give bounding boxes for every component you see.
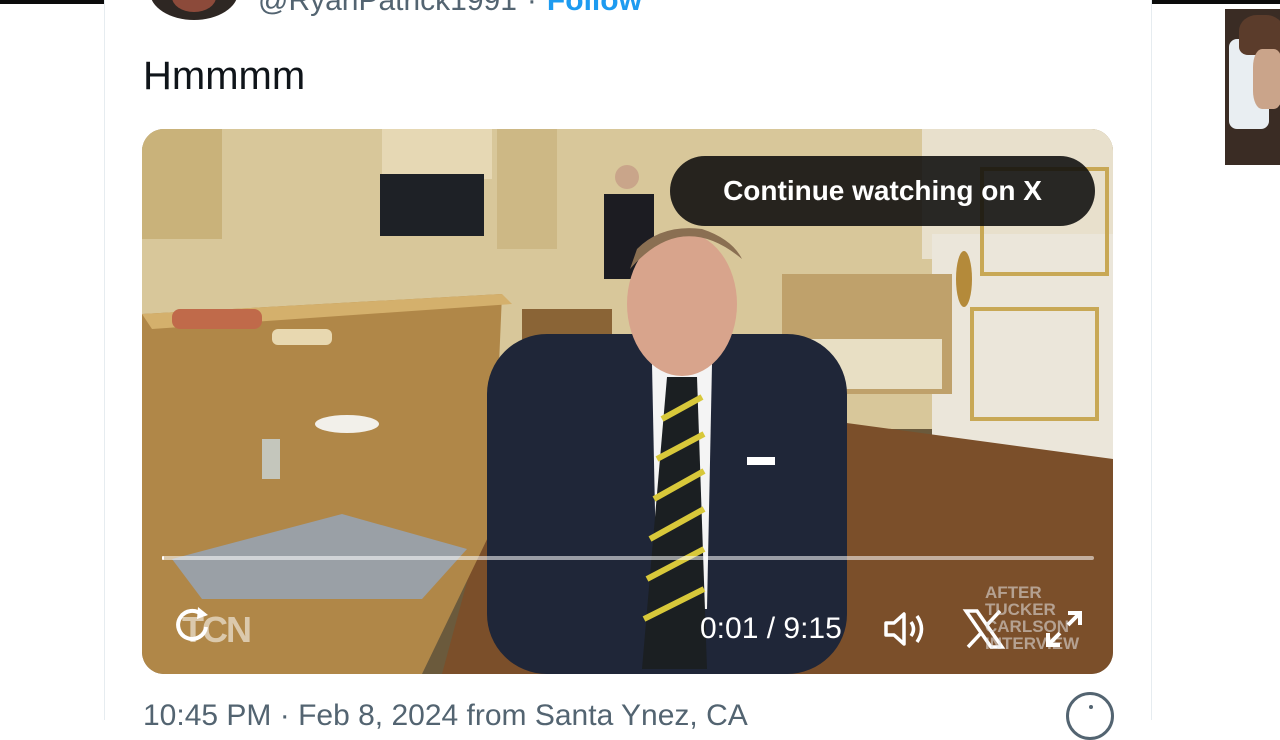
handle-separator: ·: [526, 0, 537, 17]
tweet-text: Hmmmm: [143, 54, 306, 98]
video-player[interactable]: Continue watching on X TCN 0:01 / 9:15 A…: [142, 129, 1113, 674]
user-handle[interactable]: @RyanPatrick1991: [258, 0, 517, 17]
follow-button[interactable]: Follow: [547, 0, 642, 17]
continue-watching-button[interactable]: Continue watching on X: [670, 156, 1095, 226]
video-progress-bar[interactable]: [162, 556, 1094, 560]
replay-icon[interactable]: [170, 603, 214, 647]
fullscreen-icon[interactable]: [1040, 605, 1088, 653]
video-progress-fill: [162, 556, 164, 560]
logo-line: AFTER: [985, 583, 1042, 602]
volume-icon[interactable]: [882, 607, 928, 651]
more-icon[interactable]: [1066, 692, 1114, 740]
user-handle-row: @RyanPatrick1991 · Follow: [258, 0, 642, 18]
video-time: 0:01 / 9:15: [700, 612, 842, 645]
tweet-timestamp[interactable]: 10:45 PM · Feb 8, 2024 from Santa Ynez, …: [143, 699, 748, 733]
side-video-thumbnail[interactable]: [1225, 9, 1280, 165]
